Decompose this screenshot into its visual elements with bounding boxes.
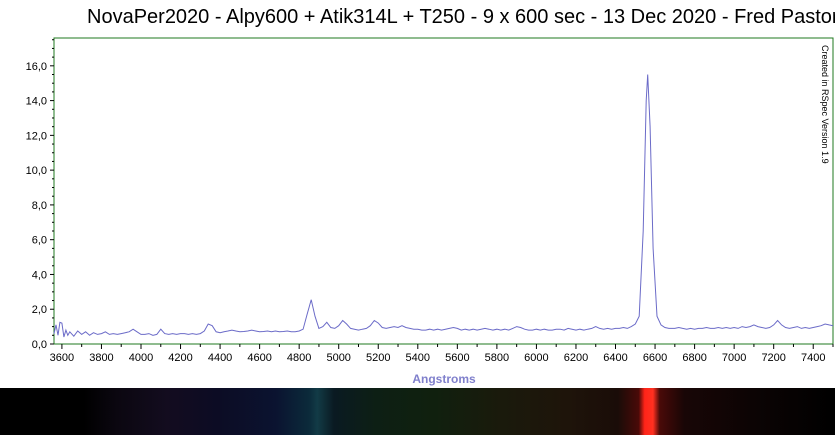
y-tick-label: 12,0: [26, 130, 47, 142]
x-tick-label: 6600: [643, 352, 667, 364]
x-tick-label: 3800: [89, 352, 113, 364]
x-tick-label: 4600: [247, 352, 271, 364]
x-tick-label: 6400: [603, 352, 627, 364]
x-tick-label: 7400: [801, 352, 825, 364]
x-axis-label: Angstroms: [412, 372, 476, 386]
x-tick-label: 4000: [129, 352, 153, 364]
title-group: NovaPer2020 - Alpy600 + Atik314L + T250 …: [87, 6, 835, 28]
x-axis: 3600 3800 4000 4200 4400 4600 4800 5000 5200 5400…: [50, 344, 834, 364]
x-tick-label: 4400: [208, 352, 232, 364]
y-tick-label: 6,0: [32, 235, 47, 247]
y-tick-label: 16,0: [26, 61, 47, 73]
y-tick-label: 0,0: [32, 339, 47, 351]
y-axis: 0,0 2,0 4,0 6,0 8,0 10,0 12,0 14,0 16,0: [26, 39, 54, 351]
y-tick-label: 8,0: [32, 200, 47, 212]
spectrum-chart: NovaPer2020 - Alpy600 + Atik314L + T250 …: [0, 6, 835, 435]
x-tick-label: 7200: [761, 352, 785, 364]
x-tick-label: 4200: [168, 352, 192, 364]
x-tick-label: 7000: [722, 352, 746, 364]
x-tick-label: 4800: [287, 352, 311, 364]
plot-frame: [53, 37, 834, 345]
x-tick-label: 5800: [485, 352, 509, 364]
x-tick-label: 5200: [366, 352, 390, 364]
x-tick-label: 6200: [564, 352, 588, 364]
x-tick-label: 6000: [524, 352, 548, 364]
rspec-version-note: Created in RSpec Version 1.9: [820, 45, 830, 164]
x-tick-label: 5600: [445, 352, 469, 364]
chart-title: NovaPer2020 - Alpy600 + Atik314L + T250 …: [87, 6, 835, 28]
y-tick-label: 2,0: [32, 304, 47, 316]
y-tick-label: 14,0: [26, 96, 47, 108]
x-tick-label: 5000: [326, 352, 350, 364]
x-tick-label: 5400: [406, 352, 430, 364]
spectrum-strip: [0, 388, 835, 435]
x-tick-label: 6800: [682, 352, 706, 364]
y-tick-label: 4,0: [32, 269, 47, 281]
y-tick-label: 10,0: [26, 165, 47, 177]
x-tick-label: 3600: [50, 352, 74, 364]
